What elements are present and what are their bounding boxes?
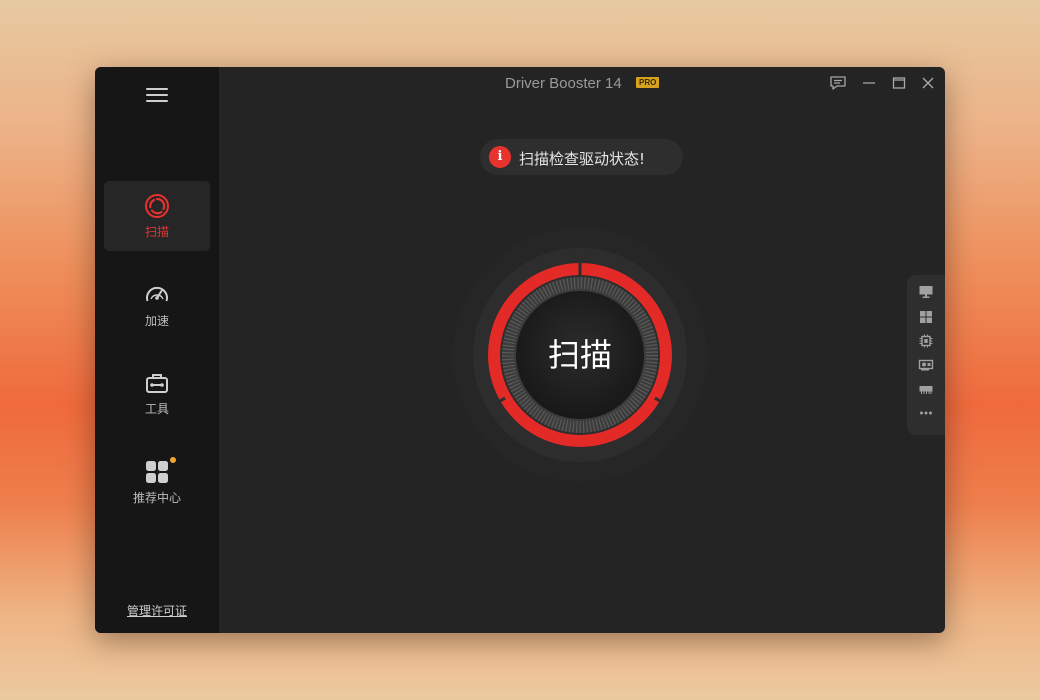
speedometer-icon [146, 286, 168, 302]
apps-grid-icon [146, 461, 168, 483]
sidebar-item-speedup[interactable]: 加速 [104, 270, 210, 340]
feedback-icon[interactable] [829, 75, 847, 91]
sidebar: 扫描 加速 工具 推荐中心 管理许可证 [95, 67, 219, 633]
scan-button[interactable]: 扫描 [452, 227, 708, 483]
windows-icon[interactable] [918, 310, 934, 324]
graphics-card-icon[interactable] [918, 358, 934, 372]
sidebar-item-label: 扫描 [144, 225, 169, 239]
info-icon: i [489, 146, 511, 168]
menu-icon[interactable] [146, 87, 168, 103]
notification-dot [170, 457, 176, 463]
status-alert: i 扫描检查驱动状态! [480, 139, 683, 175]
scan-icon [145, 194, 169, 218]
sidebar-item-tools[interactable]: 工具 [104, 358, 210, 428]
more-icon[interactable] [918, 406, 934, 420]
monitor-icon[interactable] [918, 285, 934, 299]
toolbox-icon [146, 374, 168, 393]
sidebar-item-recommend[interactable]: 推荐中心 [104, 447, 210, 517]
alert-message: 扫描检查驱动状态! [519, 150, 646, 168]
app-title: Driver Booster 14 [505, 75, 622, 92]
maximize-icon[interactable] [890, 75, 908, 91]
minimize-icon[interactable] [860, 75, 878, 91]
scan-button-label: 扫描 [547, 336, 612, 374]
memory-icon[interactable] [918, 382, 934, 396]
sidebar-item-label: 推荐中心 [132, 491, 181, 505]
sidebar-item-label: 加速 [144, 314, 169, 328]
chip-icon[interactable] [918, 334, 934, 348]
app-window: 扫描 加速 工具 推荐中心 管理许可证 Driver Booster 14 PR… [95, 67, 945, 633]
pro-badge: PRO [636, 77, 660, 88]
manage-license-link[interactable]: 管理许可证 [95, 602, 219, 619]
close-icon[interactable] [919, 75, 937, 91]
sidebar-item-scan[interactable]: 扫描 [104, 181, 210, 251]
hardware-dock [907, 275, 945, 435]
sidebar-item-label: 工具 [144, 402, 169, 416]
